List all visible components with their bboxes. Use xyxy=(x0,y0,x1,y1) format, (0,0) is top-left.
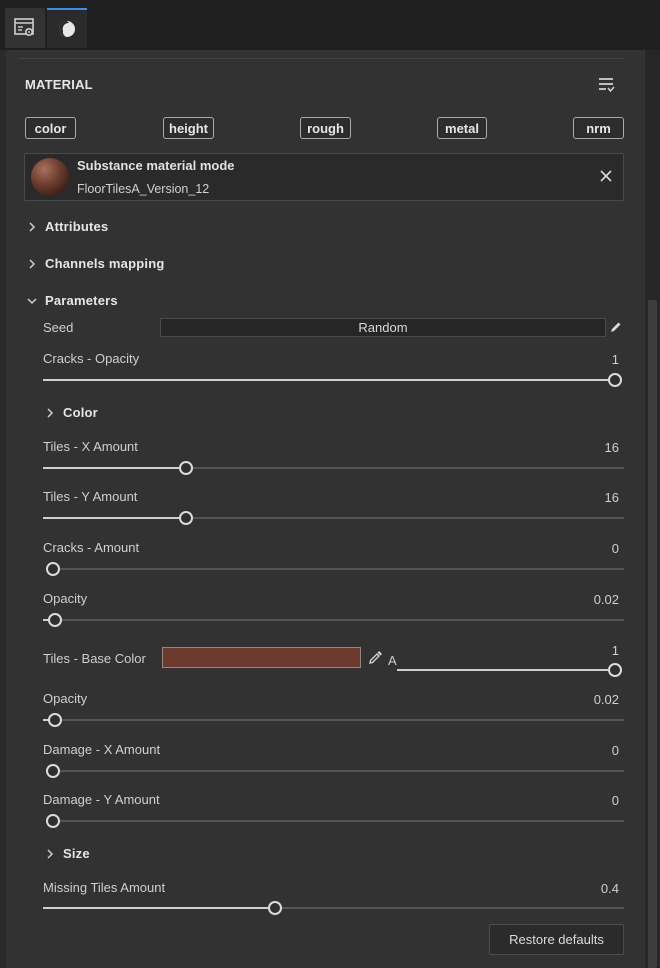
chevron-right-icon xyxy=(29,221,36,232)
slider-track[interactable] xyxy=(53,568,624,570)
section-parameters[interactable]: Parameters xyxy=(27,293,118,308)
color-label: Tiles - Base Color xyxy=(43,651,146,666)
section-color[interactable]: Color xyxy=(45,405,98,420)
slider-value: 1 xyxy=(611,352,619,367)
slider-label: Missing Tiles Amount xyxy=(43,880,166,895)
chevron-right-icon xyxy=(47,407,54,418)
chip-rough[interactable]: rough xyxy=(300,117,351,139)
chevron-down-icon xyxy=(27,297,37,304)
eyedropper-icon[interactable] xyxy=(368,649,384,665)
slider-fill xyxy=(43,379,615,381)
slider-label: Opacity xyxy=(43,591,88,606)
section-attributes[interactable]: Attributes xyxy=(27,219,108,234)
slider-fill xyxy=(397,669,615,671)
chevron-right-icon xyxy=(29,258,36,269)
restore-defaults-button[interactable]: Restore defaults xyxy=(489,924,624,955)
list-menu-icon[interactable] xyxy=(598,76,616,94)
tab-shader[interactable] xyxy=(47,8,87,48)
slider-value: 0 xyxy=(611,541,619,556)
chip-nrm[interactable]: nrm xyxy=(573,117,624,139)
section-channels-mapping[interactable]: Channels mapping xyxy=(27,256,165,271)
slider-track[interactable] xyxy=(53,820,624,822)
slider-value: 0 xyxy=(611,793,619,808)
slider-label: Damage - Y Amount xyxy=(43,792,160,807)
close-icon[interactable] xyxy=(599,169,613,183)
slider-thumb[interactable] xyxy=(608,663,622,677)
slider-track[interactable] xyxy=(43,619,624,621)
slider-value: 0.02 xyxy=(593,692,619,707)
slider-value: 0.02 xyxy=(593,592,619,607)
slider-track[interactable] xyxy=(53,770,624,772)
section-label: Parameters xyxy=(45,293,118,308)
color-swatch[interactable] xyxy=(162,647,361,668)
slider-label: Tiles - Y Amount xyxy=(43,489,138,504)
slider-value: 16 xyxy=(604,490,619,505)
slider-thumb[interactable] xyxy=(46,562,60,576)
section-label: Channels mapping xyxy=(45,256,165,271)
slider-label: Damage - X Amount xyxy=(43,742,161,757)
slider-thumb[interactable] xyxy=(608,373,622,387)
slider-fill xyxy=(43,907,276,909)
slider-thumb[interactable] xyxy=(47,713,62,727)
chip-height[interactable]: height xyxy=(163,117,214,139)
section-title-material: MATERIAL xyxy=(25,77,93,92)
slider-label: Opacity xyxy=(43,691,88,706)
chip-color[interactable]: color xyxy=(25,117,76,139)
slider-value: 16 xyxy=(604,440,619,455)
slider-thumb[interactable] xyxy=(47,613,62,627)
slider-thumb[interactable] xyxy=(178,461,193,475)
random-seed-button[interactable]: Random xyxy=(160,318,606,337)
material-card: Substance material mode FloorTilesA_Vers… xyxy=(24,153,624,201)
tab-properties[interactable] xyxy=(5,8,45,48)
tab-bar xyxy=(0,0,660,50)
section-label: Color xyxy=(63,405,98,420)
shader-icon xyxy=(59,21,75,37)
slider-value: 0 xyxy=(611,743,619,758)
pencil-icon[interactable] xyxy=(609,320,623,334)
chip-metal[interactable]: metal xyxy=(437,117,487,139)
section-size[interactable]: Size xyxy=(45,846,90,861)
slider-thumb[interactable] xyxy=(178,511,193,525)
slider-thumb[interactable] xyxy=(46,814,60,828)
section-label: Attributes xyxy=(45,219,109,234)
divider xyxy=(18,58,624,59)
section-label: Size xyxy=(63,846,90,861)
slider-fill xyxy=(43,467,186,469)
slider-label: Tiles - X Amount xyxy=(43,439,138,454)
slider-fill xyxy=(43,517,186,519)
slider-label: Cracks - Amount xyxy=(43,540,140,555)
chevron-right-icon xyxy=(47,848,54,859)
material-mode-title: Substance material mode xyxy=(77,158,235,173)
slider-track[interactable] xyxy=(43,719,624,721)
material-name: FloorTilesA_Version_12 xyxy=(77,182,210,196)
seed-label: Seed xyxy=(43,320,74,335)
alpha-label: A xyxy=(388,653,397,668)
properties-icon xyxy=(14,18,34,37)
material-preview-sphere xyxy=(31,158,69,196)
alpha-value: 1 xyxy=(611,643,619,658)
slider-value: 0.4 xyxy=(600,881,619,896)
slider-thumb[interactable] xyxy=(46,764,60,778)
scrollbar-thumb[interactable] xyxy=(648,300,657,968)
slider-label: Cracks - Opacity xyxy=(43,351,140,366)
